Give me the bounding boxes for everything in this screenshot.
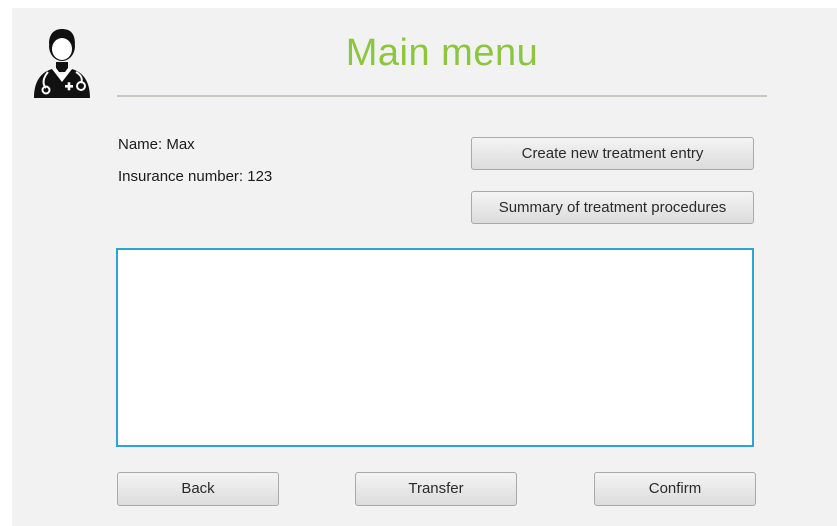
title-divider xyxy=(117,95,767,97)
treatment-text-area[interactable] xyxy=(116,248,754,447)
create-treatment-entry-button[interactable]: Create new treatment entry xyxy=(471,137,754,170)
insurance-number-label: Insurance number: 123 xyxy=(118,168,273,185)
page-title: Main menu xyxy=(345,32,539,74)
transfer-button[interactable]: Transfer xyxy=(355,472,517,506)
treatment-summary-button[interactable]: Summary of treatment procedures xyxy=(471,191,754,224)
confirm-button[interactable]: Confirm xyxy=(594,472,756,506)
back-button[interactable]: Back xyxy=(117,472,279,506)
patient-name-label: Name: Max xyxy=(118,136,195,153)
doctor-avatar-icon xyxy=(30,22,94,100)
main-menu-window: Main menu Name: Max Insurance number: 12… xyxy=(12,8,837,526)
